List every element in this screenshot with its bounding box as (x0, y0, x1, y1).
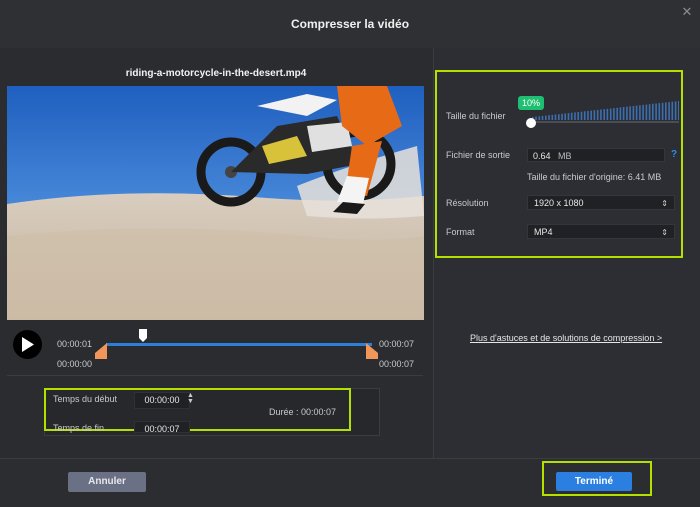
file-size-slider-knob[interactable] (526, 118, 536, 128)
file-size-slider[interactable] (531, 100, 680, 127)
divider (7, 375, 423, 376)
slider-tick (648, 104, 651, 120)
slider-tick (613, 108, 615, 120)
slider-tick (551, 114, 554, 120)
output-size-unit: MB (558, 151, 572, 161)
start-marker-time: 00:00:00 (57, 359, 93, 369)
slider-tick (671, 101, 674, 120)
current-time: 00:00:01 (57, 339, 93, 349)
slider-tick (541, 115, 544, 120)
original-size-text: Taille du fichier d'origine: 6.41 MB (527, 172, 662, 182)
slider-tick (564, 113, 566, 120)
output-size-input[interactable]: 0.64 MB (527, 148, 665, 162)
slider-tick (600, 109, 602, 120)
duration-label: Durée : 00:00:07 (269, 407, 337, 417)
play-button[interactable] (13, 330, 42, 359)
start-time-label: Temps du début (53, 394, 118, 404)
slider-tick (642, 104, 644, 120)
timeline-track[interactable] (106, 343, 372, 346)
slider-tick (570, 112, 573, 120)
slider-tick (583, 111, 586, 120)
slider-tick (593, 110, 596, 120)
slider-tick (622, 107, 625, 120)
play-icon (22, 337, 34, 352)
format-select[interactable]: MP4 ⇕ (527, 224, 675, 239)
trim-end-handle[interactable] (366, 343, 378, 359)
start-time-input[interactable]: 00:00:00 (134, 392, 190, 409)
output-size-value: 0.64 (533, 151, 551, 161)
file-size-label: Taille du fichier (446, 111, 506, 121)
slider-tick (590, 110, 592, 120)
slider-tick (603, 109, 605, 120)
slider-tick (655, 103, 657, 120)
slider-tick (580, 111, 583, 120)
slider-tick (561, 113, 563, 120)
output-file-label: Fichier de sortie (446, 150, 511, 160)
slider-tick (554, 114, 557, 120)
slider-tick (661, 102, 664, 120)
slider-tick (619, 107, 622, 120)
help-icon[interactable]: ? (671, 149, 677, 160)
end-time-input[interactable]: 00:00:07 (134, 421, 190, 433)
slider-tick (596, 109, 599, 120)
slider-baseline (531, 121, 679, 123)
close-icon[interactable]: ✕ (680, 5, 694, 19)
video-frame-illustration (7, 86, 424, 320)
slider-tick (652, 103, 654, 120)
slider-tick (574, 112, 576, 120)
slider-tick (639, 105, 641, 120)
slider-tick (629, 106, 631, 120)
slider-tick (587, 111, 589, 120)
resolution-value: 1920 x 1080 (534, 198, 584, 208)
done-button[interactable]: Terminé (556, 472, 632, 491)
slider-tick (606, 108, 609, 120)
slider-tick (577, 112, 579, 120)
slider-tick (545, 115, 547, 120)
select-arrows-icon: ⇕ (661, 199, 668, 208)
slider-tick (678, 101, 680, 120)
video-preview (7, 86, 424, 320)
slider-tick (665, 102, 667, 120)
slider-tick (674, 101, 677, 120)
slider-tick (635, 105, 638, 120)
video-filename: riding-a-motorcycle-in-the-desert.mp4 (125, 68, 307, 79)
slider-tick (616, 107, 618, 120)
slider-tick (668, 102, 670, 120)
slider-tick (632, 106, 635, 120)
end-time-label: Temps de fin (53, 423, 105, 433)
slider-tick (626, 106, 628, 120)
start-time-stepper[interactable]: ▲ ▼ (187, 392, 194, 405)
slider-tick (535, 116, 537, 120)
format-label: Format (446, 227, 475, 237)
slider-tick (538, 116, 541, 120)
resolution-select[interactable]: 1920 x 1080 ⇕ (527, 195, 675, 210)
end-time: 00:00:07 (379, 339, 415, 349)
format-value: MP4 (534, 227, 553, 237)
resolution-label: Résolution (446, 198, 489, 208)
slider-tick (658, 103, 661, 120)
dialog-title: Compresser la vidéo (290, 17, 410, 31)
slider-tick (567, 113, 570, 120)
select-arrows-icon: ⇕ (661, 228, 668, 237)
slider-tick (609, 108, 612, 120)
slider-tick (558, 114, 560, 120)
compression-tips-link[interactable]: Plus d'astuces et de solutions de compre… (470, 333, 662, 343)
playhead[interactable] (138, 329, 148, 343)
trim-start-handle[interactable] (95, 343, 107, 359)
slider-tick (645, 104, 648, 120)
end-marker-time: 00:00:07 (379, 359, 415, 369)
slider-tick (548, 115, 550, 120)
cancel-button[interactable]: Annuler (68, 472, 146, 492)
